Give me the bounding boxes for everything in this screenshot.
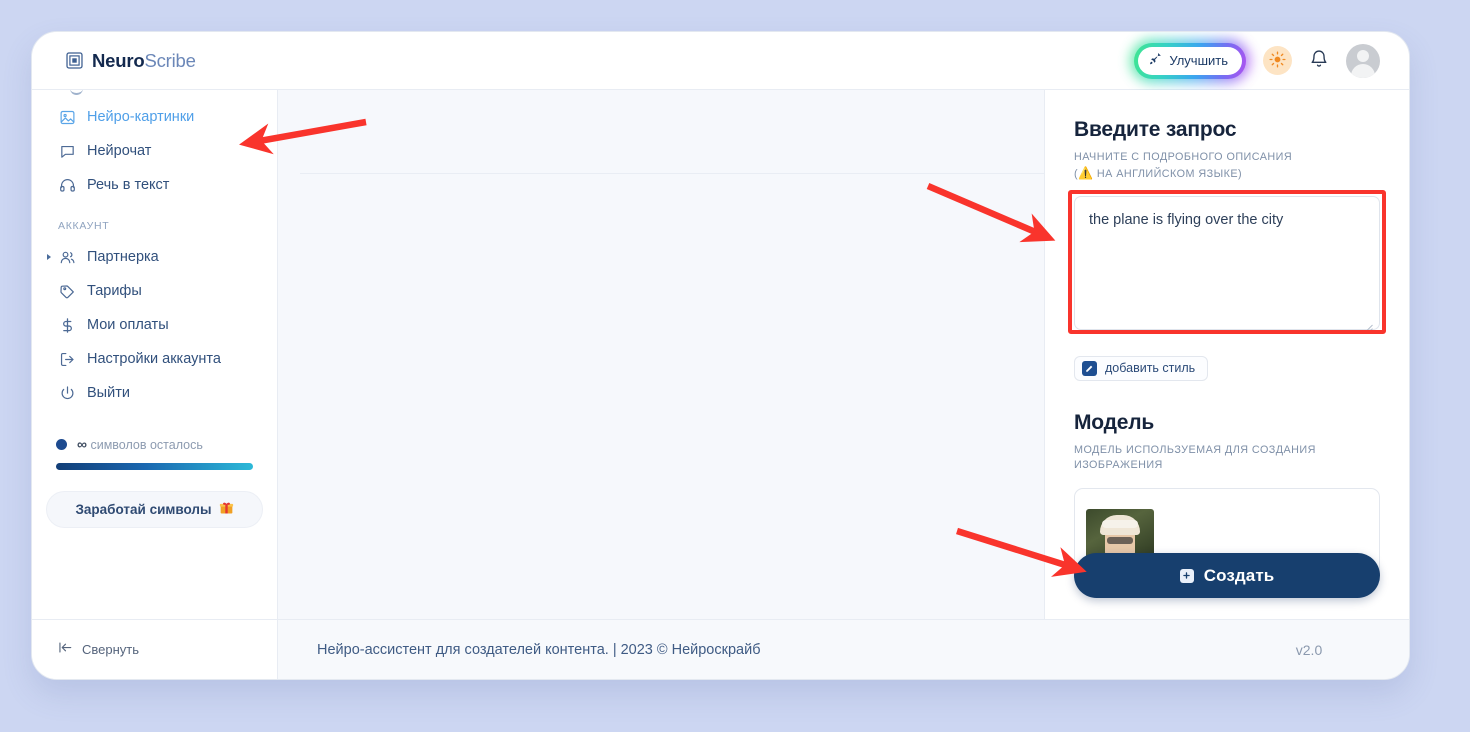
sidebar-scrolled-item-partial <box>46 90 263 100</box>
sidebar-scroll-area: Нейро-картинки Нейрочат Речь в текст АКК… <box>32 90 277 410</box>
pencil-square-icon <box>1082 360 1097 376</box>
thumb-glasses <box>1107 537 1133 545</box>
prompt-input[interactable] <box>1074 195 1380 330</box>
earn-symbols-label: Заработай символы <box>75 502 212 517</box>
sidebar-item-speech-to-text[interactable]: Речь в текст <box>46 168 263 202</box>
credits-block: ∞ символов осталось <box>46 436 263 470</box>
sidebar-item-pricing[interactable]: Тарифы <box>46 274 263 308</box>
sidebar-item-neuro-chat[interactable]: Нейрочат <box>46 134 263 168</box>
sidebar-item-neuro-images[interactable]: Нейро-картинки <box>46 100 263 134</box>
plus-square-icon <box>1179 568 1194 583</box>
add-style-button[interactable]: добавить стиль <box>1074 355 1209 381</box>
credits-dot-icon <box>56 438 67 450</box>
credits-label: символов осталось <box>90 438 203 452</box>
app-footer: Свернуть Нейро-ассистент для создателей … <box>32 619 1409 679</box>
content-divider <box>300 173 1044 174</box>
sun-icon <box>1269 50 1286 71</box>
collapse-left-icon <box>58 640 73 660</box>
app-header: NeuroScribe Улучшить <box>32 32 1409 90</box>
prompt-subtitle-line2: НА АНГЛИЙСКОМ ЯЗЫКЕ) <box>1093 168 1243 181</box>
prompt-input-wrapper <box>1068 189 1386 335</box>
credits-row: ∞ символов осталось <box>56 436 253 452</box>
sidebar-item-label: Нейрочат <box>87 143 152 159</box>
app-window: NeuroScribe Улучшить Нейро-картинки Нейр… <box>31 31 1410 680</box>
right-panel: Введите запрос НАЧНИТЕ С ПОДРОБНОГО ОПИС… <box>1045 90 1409 619</box>
headphones-icon <box>58 176 76 194</box>
avatar[interactable] <box>1346 43 1380 78</box>
chat-bubble-icon <box>58 142 76 160</box>
sidebar-item-label: Речь в текст <box>87 177 170 193</box>
image-icon <box>58 108 76 126</box>
power-icon <box>58 384 76 402</box>
collapse-label: Свернуть <box>82 642 140 657</box>
sidebar-item-label: Мои оплаты <box>87 317 169 333</box>
app-body: Нейро-картинки Нейрочат Речь в текст АКК… <box>32 90 1409 619</box>
brand-logo-group[interactable]: NeuroScribe <box>66 50 196 72</box>
model-heading: Модель <box>1074 410 1155 434</box>
rocket-icon <box>1149 52 1162 69</box>
users-icon <box>58 248 76 266</box>
partial-icon <box>70 90 83 95</box>
create-button[interactable]: Создать <box>1074 553 1380 598</box>
stacked-squares-logo-icon <box>66 52 83 69</box>
sidebar-item-label: Нейро-картинки <box>87 109 195 125</box>
sidebar-item-label: Настройки аккаунта <box>87 351 221 367</box>
earn-symbols-button[interactable]: Заработай символы <box>46 491 263 528</box>
chevron-right-icon <box>47 254 51 260</box>
brand-text: NeuroScribe <box>92 50 196 72</box>
model-thumbnail <box>1086 509 1154 560</box>
theme-toggle-button[interactable] <box>1263 46 1292 75</box>
header-actions: Улучшить <box>1134 42 1380 79</box>
main-content-area <box>278 90 1045 619</box>
prompt-subtitle: НАЧНИТЕ С ПОДРОБНОГО ОПИСАНИЯ (⚠️ НА АНГ… <box>1074 150 1380 183</box>
collapse-sidebar-button[interactable]: Свернуть <box>32 620 278 679</box>
warning-triangle-icon: ⚠️ <box>1078 166 1094 181</box>
footer-version: v2.0 <box>1295 641 1323 658</box>
improve-button-glow: Улучшить <box>1134 42 1246 79</box>
bell-icon <box>1309 49 1329 72</box>
sidebar-item-affiliate[interactable]: Партнерка <box>46 240 263 274</box>
logout-bracket-icon <box>58 350 76 368</box>
model-subtitle: МОДЕЛЬ ИСПОЛЬЗУЕМАЯ ДЛЯ СОЗДАНИЯ ИЗОБРАЖ… <box>1074 443 1316 471</box>
brand-name-light: Scribe <box>144 49 196 71</box>
tag-icon <box>58 282 76 300</box>
notifications-button[interactable] <box>1309 49 1329 72</box>
improve-button-label: Улучшить <box>1169 53 1228 68</box>
sidebar-item-label: Выйти <box>87 385 130 401</box>
sidebar: Нейро-картинки Нейрочат Речь в текст АКК… <box>32 90 278 619</box>
sidebar-section-account: АККАУНТ <box>58 220 110 232</box>
sidebar-item-label: Партнерка <box>87 249 159 265</box>
sidebar-item-account-settings[interactable]: Настройки аккаунта <box>46 342 263 376</box>
sidebar-item-my-payments[interactable]: Мои оплаты <box>46 308 263 342</box>
footer-copyright: Нейро-ассистент для создателей контента.… <box>317 641 761 658</box>
gift-emoji-icon <box>219 500 234 520</box>
brand-name-bold: Neuro <box>92 49 145 71</box>
credits-progress-bar <box>56 463 253 470</box>
add-style-label: добавить стиль <box>1105 361 1196 376</box>
credits-text: ∞ символов осталось <box>77 436 203 452</box>
sidebar-item-label: Тарифы <box>87 283 142 299</box>
prompt-subtitle-line1: НАЧНИТЕ С ПОДРОБНОГО ОПИСАНИЯ <box>1074 151 1293 163</box>
prompt-heading: Введите запрос <box>1074 118 1237 141</box>
improve-button[interactable]: Улучшить <box>1138 46 1242 75</box>
create-button-label: Создать <box>1203 565 1275 585</box>
dollar-icon <box>58 316 76 334</box>
sidebar-item-logout[interactable]: Выйти <box>46 376 263 410</box>
credits-amount: ∞ <box>77 436 87 452</box>
thumb-headband <box>1102 520 1138 529</box>
